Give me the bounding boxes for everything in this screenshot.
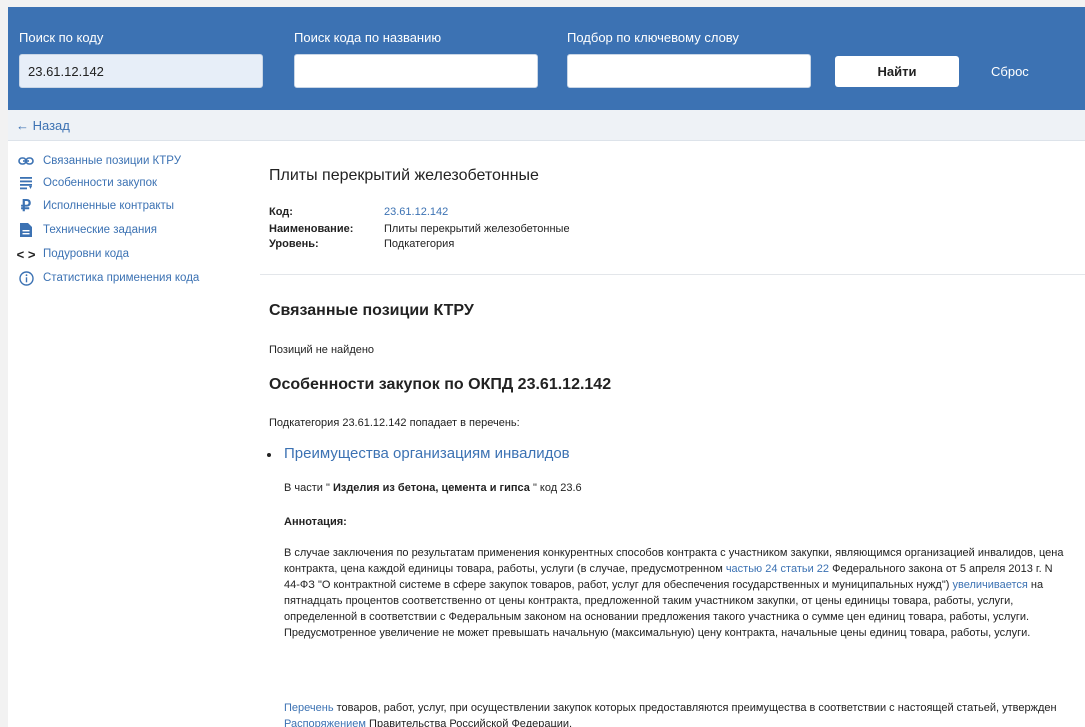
product-code-key: Код: <box>269 206 293 218</box>
sidebar-item-label: Статистика применения кода <box>43 272 200 284</box>
product-title: Плиты перекрытий железобетонные <box>269 167 539 184</box>
sidebar-item-label: Связанные позиции КТРУ <box>43 155 182 167</box>
sidebar-item-code-sublevels[interactable]: < > Подуровни кода <box>16 244 130 264</box>
find-button[interactable]: Найти <box>835 56 959 87</box>
product-name-key: Наименование: <box>269 223 354 235</box>
sidebar-item-label: Технические задания <box>43 224 158 236</box>
code-brackets-icon: < > <box>16 246 36 262</box>
reset-link[interactable]: Сброс <box>991 64 1029 79</box>
annotation-paragraph-1: В случае заключения по результатам приме… <box>284 547 1064 639</box>
sidebar-item-label: Подуровни кода <box>43 248 130 260</box>
sidebar-item-executed-contracts[interactable]: ₽ Исполненные контракты <box>18 196 174 216</box>
sidebar-item-related-ktru[interactable]: Связанные позиции КТРУ <box>18 151 181 171</box>
part-name: Изделия из бетона, цемента и гипса <box>329 482 533 494</box>
part24-article22-link[interactable]: частью 24 статьи 22 <box>726 563 829 575</box>
increases-link[interactable]: увеличивается <box>952 579 1027 591</box>
keyword-search-label: Подбор по ключевому слову <box>567 30 739 45</box>
order-link[interactable]: Распоряжением <box>284 718 366 727</box>
annotation-label: Аннотация: <box>284 516 347 528</box>
sidebar-item-code-usage-stats[interactable]: Статистика применения кода <box>18 268 199 288</box>
features-heading: Особенности закупок по ОКПД 23.61.12.142 <box>269 376 612 393</box>
sidebar-item-label: Особенности закупок <box>43 177 158 189</box>
page: Поиск по коду Поиск кода по названию Под… <box>8 7 1085 727</box>
sidebar-item-procurement-features[interactable]: Особенности закупок <box>18 173 157 193</box>
product-name-value: Плиты перекрытий железобетонные <box>384 223 570 235</box>
annotation-paragraph-2: Перечень товаров, работ, услуг, при осущ… <box>284 700 1064 727</box>
back-bar: ← Назад <box>8 110 1085 141</box>
search-bar: Поиск по коду Поиск кода по названию Под… <box>8 7 1085 110</box>
link-icon <box>18 153 34 169</box>
ktru-heading: Связанные позиции КТРУ <box>269 302 474 319</box>
product-level-key: Уровень: <box>269 238 319 250</box>
ruble-icon: ₽ <box>20 198 32 215</box>
list-link[interactable]: Перечень <box>284 702 334 714</box>
list-icon <box>18 175 34 191</box>
part-line: В части " Изделия из бетона, цемента и г… <box>284 482 582 494</box>
name-search-input[interactable] <box>294 54 538 88</box>
sidebar-item-label: Исполненные контракты <box>43 200 175 212</box>
info-icon <box>18 270 34 286</box>
sidebar-item-technical-tasks[interactable]: Технические задания <box>18 220 157 240</box>
bullet <box>267 453 271 457</box>
name-search-label: Поиск кода по названию <box>294 30 442 45</box>
divider <box>260 274 1085 275</box>
code-search-label: Поиск по коду <box>19 30 104 45</box>
code-search-input[interactable] <box>19 54 263 88</box>
advantage-link[interactable]: Преимущества организациям инвалидов <box>284 445 570 462</box>
document-icon <box>18 222 34 238</box>
product-code-link[interactable]: 23.61.12.142 <box>384 206 448 218</box>
features-intro: Подкатегория 23.61.12.142 попадает в пер… <box>269 417 520 429</box>
keyword-search-input[interactable] <box>567 54 811 88</box>
ktru-empty-text: Позиций не найдено <box>269 344 375 356</box>
back-link[interactable]: ← Назад <box>16 118 70 133</box>
product-level-value: Подкатегория <box>384 238 455 250</box>
